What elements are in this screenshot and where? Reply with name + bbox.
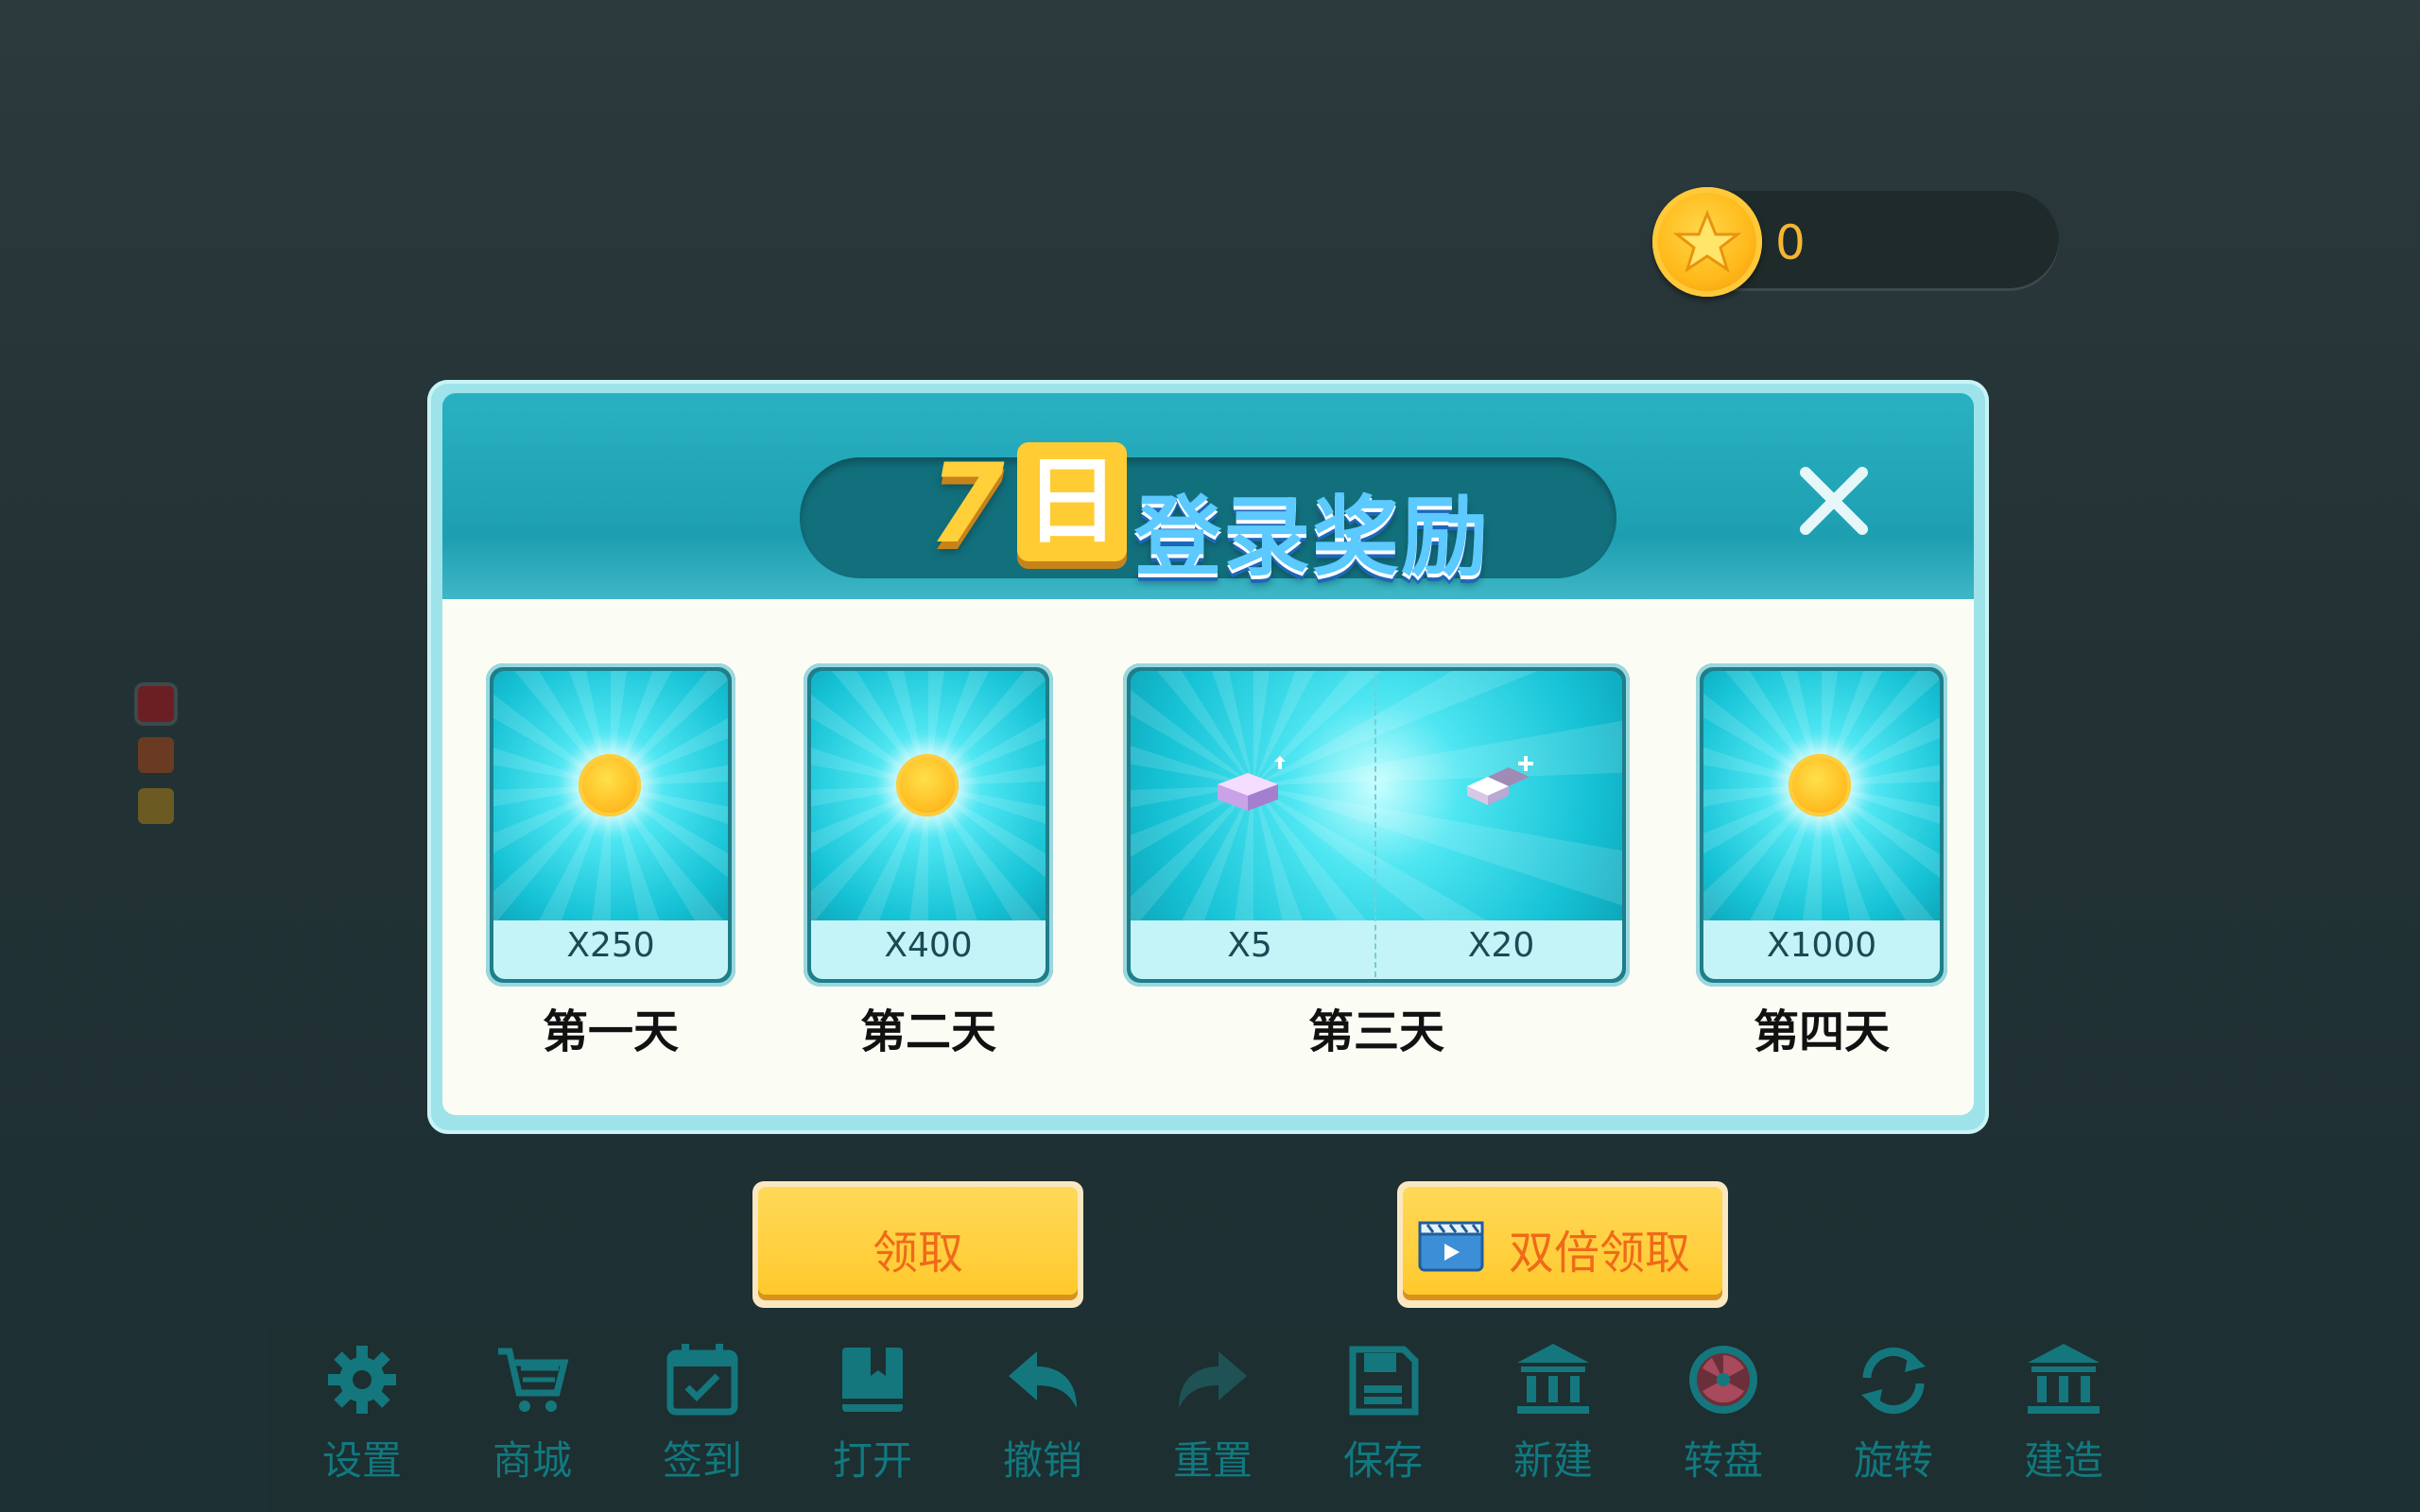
save-icon <box>1349 1346 1419 1416</box>
toolbar-label: 保存 <box>1342 1437 1423 1484</box>
toolbar-settings[interactable]: 设置 <box>291 1340 433 1506</box>
title-day-char: 日 <box>1017 442 1127 561</box>
reward-qty: X20 <box>1467 926 1535 965</box>
block-add-icon <box>1461 752 1539 818</box>
building-icon <box>1517 1344 1589 1414</box>
toolbar-checkin[interactable]: 签到 <box>631 1340 773 1506</box>
close-icon <box>1800 467 1868 535</box>
calendar-check-icon <box>666 1344 738 1416</box>
redo-icon <box>1179 1351 1247 1408</box>
toolbar-reset[interactable]: 重置 <box>1142 1340 1284 1506</box>
double-claim-label: 双倍领取 <box>1508 1227 1690 1280</box>
toolbar-label: 重置 <box>1172 1437 1253 1484</box>
reward-divider <box>1374 673 1376 977</box>
day-label: 第二天 <box>859 1005 996 1058</box>
toolbar-label: 转盘 <box>1683 1437 1763 1484</box>
toolbar-new[interactable]: 新建 <box>1482 1340 1624 1506</box>
toolbar-label: 签到 <box>662 1437 742 1484</box>
toolbar-label: 设置 <box>321 1437 402 1484</box>
coin-count: 0 <box>1775 215 1806 270</box>
toolbar-build[interactable]: 建造 <box>1993 1340 2135 1506</box>
toolbar-save[interactable]: 保存 <box>1312 1340 1454 1506</box>
reward-qty: X1000 <box>1766 926 1877 965</box>
toolbar-rotate[interactable]: 旋转 <box>1823 1340 1964 1506</box>
gold-coin-icon <box>896 754 959 816</box>
wheel-icon <box>1689 1346 1757 1414</box>
building-icon <box>2028 1344 2100 1414</box>
toolbar-label: 商城 <box>492 1437 572 1484</box>
gear-icon <box>328 1346 396 1414</box>
toolbar-label: 新建 <box>1512 1437 1593 1484</box>
reward-qty: X250 <box>566 926 655 965</box>
toolbar-shop[interactable]: 商城 <box>461 1340 603 1506</box>
toolbar-label: 撤销 <box>1002 1437 1082 1484</box>
toolbar-wheel[interactable]: 转盘 <box>1652 1340 1794 1506</box>
dialog-title: 登录奖励 <box>1134 487 1491 588</box>
color-swatch-red[interactable] <box>138 686 174 722</box>
video-icon <box>1418 1221 1484 1272</box>
claim-button-label: 领取 <box>872 1227 963 1280</box>
book-icon <box>842 1348 903 1412</box>
rotate-icon <box>1861 1347 1926 1415</box>
toolbar-undo[interactable]: 撤销 <box>972 1340 1114 1506</box>
color-swatch-yellow[interactable] <box>138 788 174 824</box>
toolbar-open[interactable]: 打开 <box>802 1340 943 1506</box>
color-swatch-brown[interactable] <box>138 737 174 773</box>
gold-coin-icon <box>1789 754 1851 816</box>
block-upgrade-icon <box>1210 756 1288 822</box>
toolbar-label: 建造 <box>2023 1437 2103 1484</box>
day-label: 第三天 <box>1307 1005 1444 1058</box>
reward-qty: X400 <box>884 926 973 965</box>
toolbar-label: 旋转 <box>1853 1437 1933 1484</box>
gold-coin-icon <box>1652 187 1762 297</box>
close-button[interactable] <box>1792 459 1876 542</box>
reward-qty: X5 <box>1227 926 1272 965</box>
title-number: 7 <box>928 440 1005 568</box>
undo-icon <box>1009 1351 1077 1408</box>
toolbar-label: 打开 <box>832 1437 912 1484</box>
day-label: 第一天 <box>542 1005 679 1058</box>
cart-icon <box>498 1348 569 1412</box>
gold-coin-icon <box>579 754 641 816</box>
day-label: 第四天 <box>1753 1005 1890 1058</box>
